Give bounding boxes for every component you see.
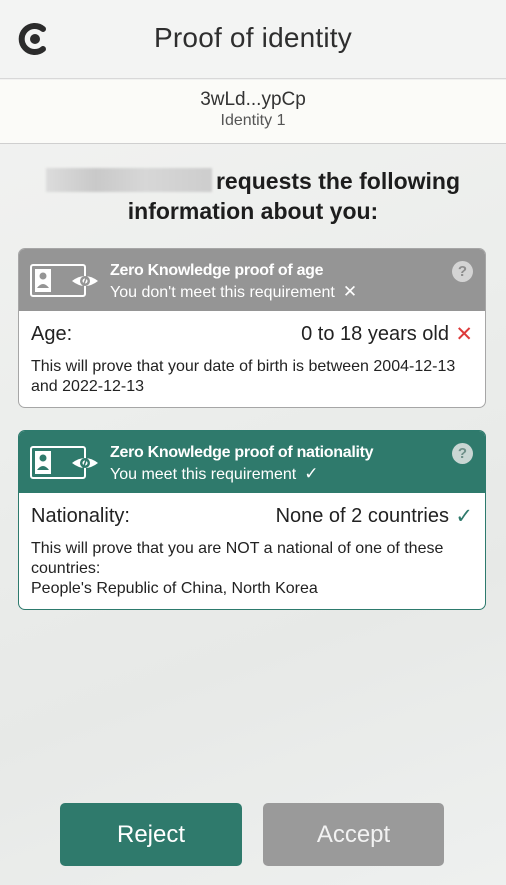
redacted-requester [45, 168, 212, 192]
nationality-card-title: Zero Knowledge proof of nationality [110, 444, 374, 461]
identity-name: Identity 1 [220, 112, 286, 129]
request-line2: information about you: [127, 198, 379, 224]
check-icon: ✓ [455, 505, 473, 528]
nationality-description: This will prove that you are NOT a natio… [31, 539, 473, 599]
age-row: Age: 0 to 18 years old ✕ [31, 323, 473, 349]
age-card-header: Zero Knowledge proof of age You don't me… [19, 249, 485, 311]
request-message: requests the following information about… [0, 166, 506, 226]
request-line1: requests the following [215, 168, 461, 194]
nationality-status-text: You meet this requirement [110, 466, 297, 483]
age-proof-card: Zero Knowledge proof of age You don't me… [18, 248, 486, 408]
age-label: Age: [31, 323, 73, 345]
page-title: Proof of identity [154, 22, 352, 53]
nationality-row: Nationality: None of 2 countries ✓ [31, 505, 473, 531]
nationality-description-text: This will prove that you are NOT a natio… [31, 540, 444, 577]
identity-selector[interactable]: 3wLd...ypCp Identity 1 [0, 80, 506, 144]
id-card-eye-icon [30, 264, 98, 297]
id-card-eye-icon [30, 446, 98, 479]
age-card-title: Zero Knowledge proof of age [110, 262, 324, 279]
nationality-countries: People's Republic of China, North Korea [31, 580, 318, 597]
nationality-card-status: You meet this requirement ✓ [110, 464, 318, 484]
nationality-proof-card: Zero Knowledge proof of nationality You … [18, 430, 486, 610]
check-icon: ✓ [304, 464, 319, 483]
accept-button[interactable]: Accept [263, 803, 444, 866]
nationality-value: None of 2 countries [275, 505, 449, 527]
reject-button[interactable]: Reject [60, 803, 242, 866]
help-icon[interactable]: ? [452, 261, 473, 282]
help-icon[interactable]: ? [452, 443, 473, 464]
identity-address: 3wLd...ypCp [200, 89, 306, 110]
app-header: Proof of identity [0, 0, 506, 79]
close-icon: ✕ [342, 282, 358, 301]
cross-icon: ✕ [455, 323, 473, 346]
age-card-status: You don't meet this requirement ✕ [110, 282, 357, 302]
age-status-text: You don't meet this requirement [110, 284, 335, 301]
age-description: This will prove that your date of birth … [31, 358, 456, 395]
nationality-label: Nationality: [31, 505, 130, 527]
nationality-card-header: Zero Knowledge proof of nationality You … [19, 431, 485, 493]
age-value: 0 to 18 years old [301, 323, 449, 345]
